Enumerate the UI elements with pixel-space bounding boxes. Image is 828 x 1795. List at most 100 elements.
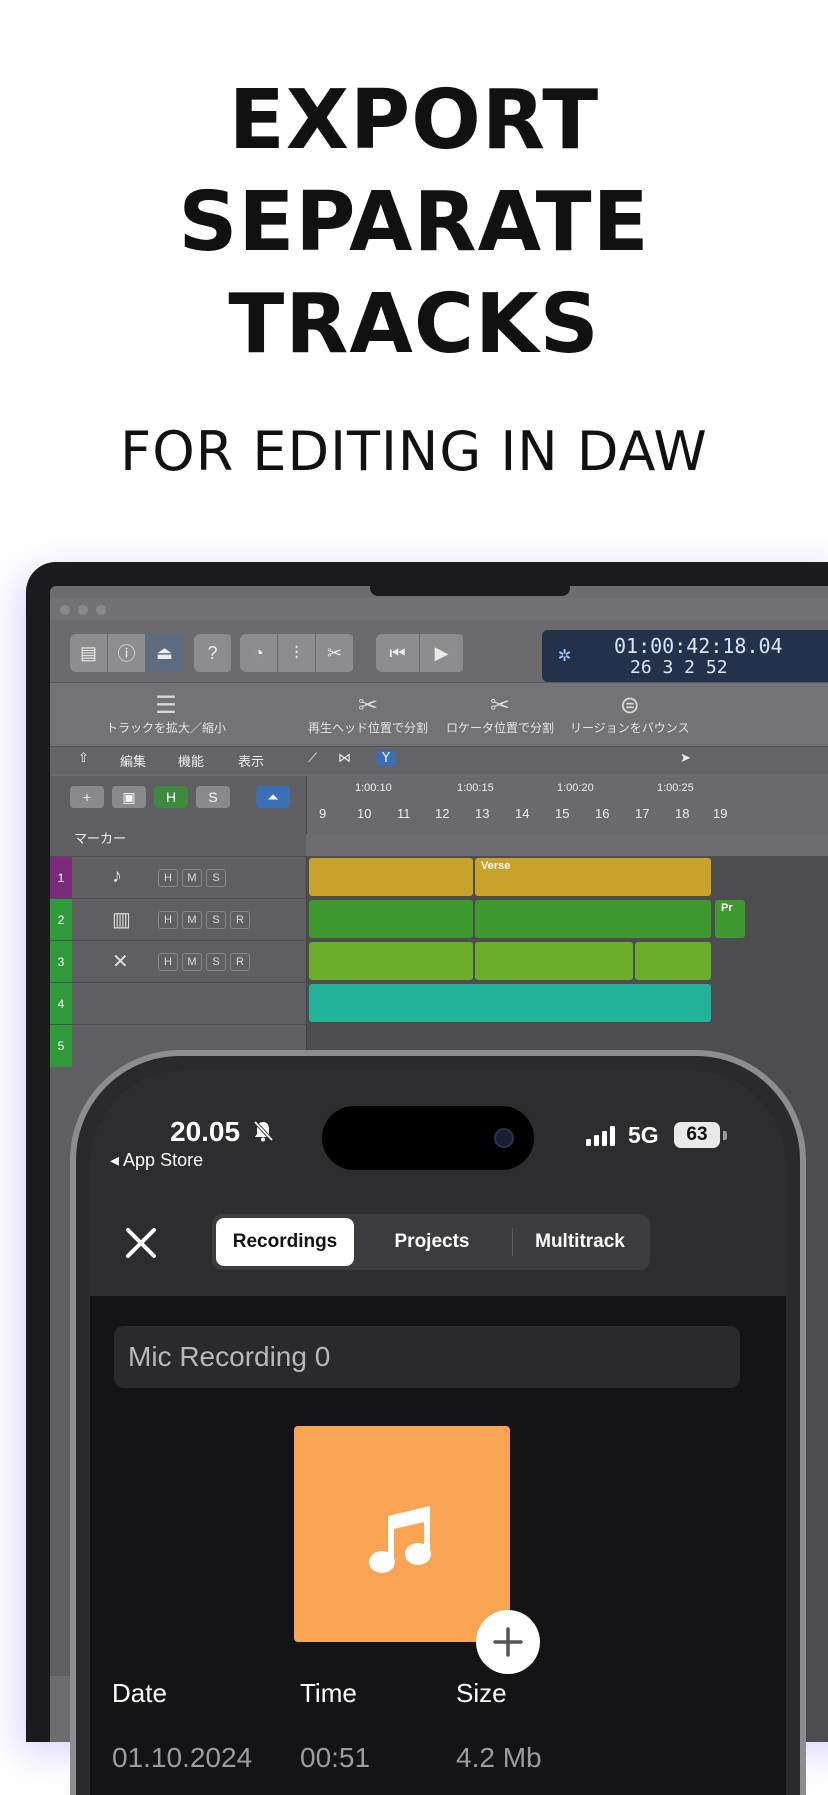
window-minimize-dot[interactable] <box>78 605 88 615</box>
region-verse[interactable]: Verse <box>475 858 711 896</box>
daw-titlebar <box>50 598 828 620</box>
catch-icon[interactable]: Y <box>376 751 396 766</box>
close-icon[interactable] <box>118 1220 164 1266</box>
track-controls: + ▣ H S ⏶ <box>70 786 290 808</box>
rewind-icon[interactable]: ⏮ <box>376 634 420 672</box>
phone-frame: 20.05 ◂ App Store 5G 63 Recordings Proje… <box>70 1050 806 1795</box>
back-arrow-icon[interactable]: ⇧ <box>78 751 89 766</box>
bounce-region-button[interactable]: ⊜ リージョンをバウンス <box>570 691 690 736</box>
laptop-notch <box>370 586 570 596</box>
window-zoom-dot[interactable] <box>96 605 106 615</box>
network-type: 5G <box>628 1122 659 1148</box>
status-time: 20.05 <box>170 1116 241 1147</box>
segment-divider <box>512 1228 513 1256</box>
region[interactable] <box>309 942 473 980</box>
recording-name-input[interactable] <box>114 1326 740 1388</box>
help-group: ? <box>194 634 232 672</box>
mixer-icon[interactable]: ⫶ <box>278 634 316 672</box>
track-row[interactable]: 4 <box>50 982 306 1025</box>
info-icon[interactable]: ⓘ <box>108 634 146 672</box>
time-label: Time <box>300 1678 357 1708</box>
library-icon[interactable]: ▤ <box>70 634 108 672</box>
function-bar: ☰ トラックを拡大／縮小 ✂ 再生ヘッド位置で分割 ✂ ロケータ位置で分割 ⊜ … <box>50 682 828 744</box>
filter-icon[interactable]: ⏶ <box>256 786 290 808</box>
headline-line-1: EXPORT <box>228 73 600 168</box>
marker-label: マーカー <box>74 832 127 847</box>
time-value: 00:51 <box>300 1742 371 1773</box>
recording-artwork <box>294 1426 510 1642</box>
smart-controls-group: ◔ ⫶ ✂ <box>240 634 354 672</box>
scissors-locator-icon: ✂ <box>489 691 511 719</box>
tab-recordings[interactable]: Recordings <box>216 1218 354 1266</box>
region[interactable] <box>309 984 711 1022</box>
smart-controls-icon[interactable]: ◔ <box>240 634 278 672</box>
pointer-tool-icon[interactable]: ➤ <box>680 751 691 766</box>
add-track-button[interactable]: + <box>70 786 104 808</box>
region[interactable] <box>475 900 711 938</box>
music-note-icon <box>369 1506 431 1573</box>
plus-icon <box>493 1627 523 1657</box>
lcd-gear-icon[interactable]: ✲ <box>558 642 571 667</box>
local-menubar: ⇧ 編集 機能 表示 ⟋ ⋈ Y ➤ <box>50 746 828 774</box>
flex-icon[interactable]: ⋈ <box>338 751 351 766</box>
lcd-display: ✲ 01:00:42:18.04 26 3 2 52 <box>542 630 828 682</box>
bell-slash-icon <box>253 1120 273 1142</box>
battery-icon <box>723 1131 727 1140</box>
headline-line-2: SEPARATE <box>178 175 650 270</box>
track-row[interactable]: 3 ✕ H M S R <box>50 940 306 983</box>
menu-view[interactable]: 表示 <box>238 751 264 770</box>
zoom-track-button[interactable]: ☰ トラックを拡大／縮小 <box>106 691 226 736</box>
toolbar-icon[interactable]: ⏏ <box>146 634 184 672</box>
headline: EXPORT SEPARATE TRACKS <box>0 70 828 376</box>
transport-group: ⏮ ▶ <box>376 634 464 672</box>
battery-level: 63 <box>674 1122 720 1148</box>
view-buttons: ▤ ⓘ ⏏ <box>70 634 184 672</box>
app-header: Recordings Projects Multitrack <box>90 1190 786 1296</box>
size-label: Size <box>456 1678 507 1708</box>
track-row[interactable]: 2 ▥ H M S R <box>50 898 306 941</box>
automation-icon[interactable]: ⟋ <box>308 751 317 766</box>
lcd-bars: 26 3 2 52 <box>630 657 728 678</box>
keyboard-icon: ▥ <box>112 909 131 931</box>
menu-functions[interactable]: 機能 <box>178 751 204 770</box>
camera-icon <box>494 1128 514 1148</box>
synth-icon: ✕ <box>112 951 129 973</box>
region-pr[interactable]: Pr <box>715 900 745 938</box>
headline-line-3: TRACKS <box>228 277 600 372</box>
region[interactable] <box>309 900 473 938</box>
segmented-control: Recordings Projects Multitrack <box>212 1214 650 1270</box>
date-value: 01.10.2024 <box>112 1742 253 1773</box>
cellular-signal-icon <box>586 1126 615 1146</box>
track-row[interactable]: 1 ♪ H M S <box>50 856 306 899</box>
dynamic-island <box>322 1106 534 1170</box>
back-to-app-store[interactable]: ◂ App Store <box>110 1150 203 1171</box>
timeline-ruler[interactable]: 1:00:10 1:00:15 1:00:20 1:00:25 9 10 11 … <box>306 776 828 834</box>
split-at-playhead-button[interactable]: ✂ 再生ヘッド位置で分割 <box>308 691 428 736</box>
date-label: Date <box>112 1678 167 1708</box>
daw-toolbar: ▤ ⓘ ⏏ ? ◔ ⫶ ✂ ⏮ ▶ ✲ 01:00:42:18.04 26 3 … <box>50 620 828 682</box>
size-value: 4.2 Mb <box>456 1742 542 1773</box>
region[interactable] <box>475 942 633 980</box>
editors-icon[interactable]: ✂ <box>316 634 354 672</box>
bounce-icon: ⊜ <box>619 691 640 719</box>
zoom-track-icon: ☰ <box>155 691 177 719</box>
region[interactable] <box>309 858 473 896</box>
region[interactable] <box>635 942 711 980</box>
duplicate-track-icon[interactable]: ▣ <box>112 786 146 808</box>
menu-edit[interactable]: 編集 <box>120 751 146 770</box>
help-icon[interactable]: ? <box>194 634 232 672</box>
drums-icon: ♪ <box>112 865 122 887</box>
add-artwork-button[interactable] <box>476 1610 540 1674</box>
tab-multitrack[interactable]: Multitrack <box>514 1218 646 1266</box>
phone-screen: 20.05 ◂ App Store 5G 63 Recordings Proje… <box>90 1070 786 1795</box>
lcd-time: 01:00:42:18.04 <box>614 634 783 658</box>
status-bar: 20.05 ◂ App Store 5G 63 <box>90 1070 786 1190</box>
hide-button[interactable]: H <box>154 786 188 808</box>
scissors-icon: ✂ <box>357 691 379 719</box>
split-at-locators-button[interactable]: ✂ ロケータ位置で分割 <box>446 691 554 736</box>
solo-button[interactable]: S <box>196 786 230 808</box>
window-close-dot[interactable] <box>60 605 70 615</box>
tab-projects[interactable]: Projects <box>362 1218 502 1266</box>
play-icon[interactable]: ▶ <box>420 634 464 672</box>
subtitle: FOR EDITING IN DAW <box>120 420 708 483</box>
